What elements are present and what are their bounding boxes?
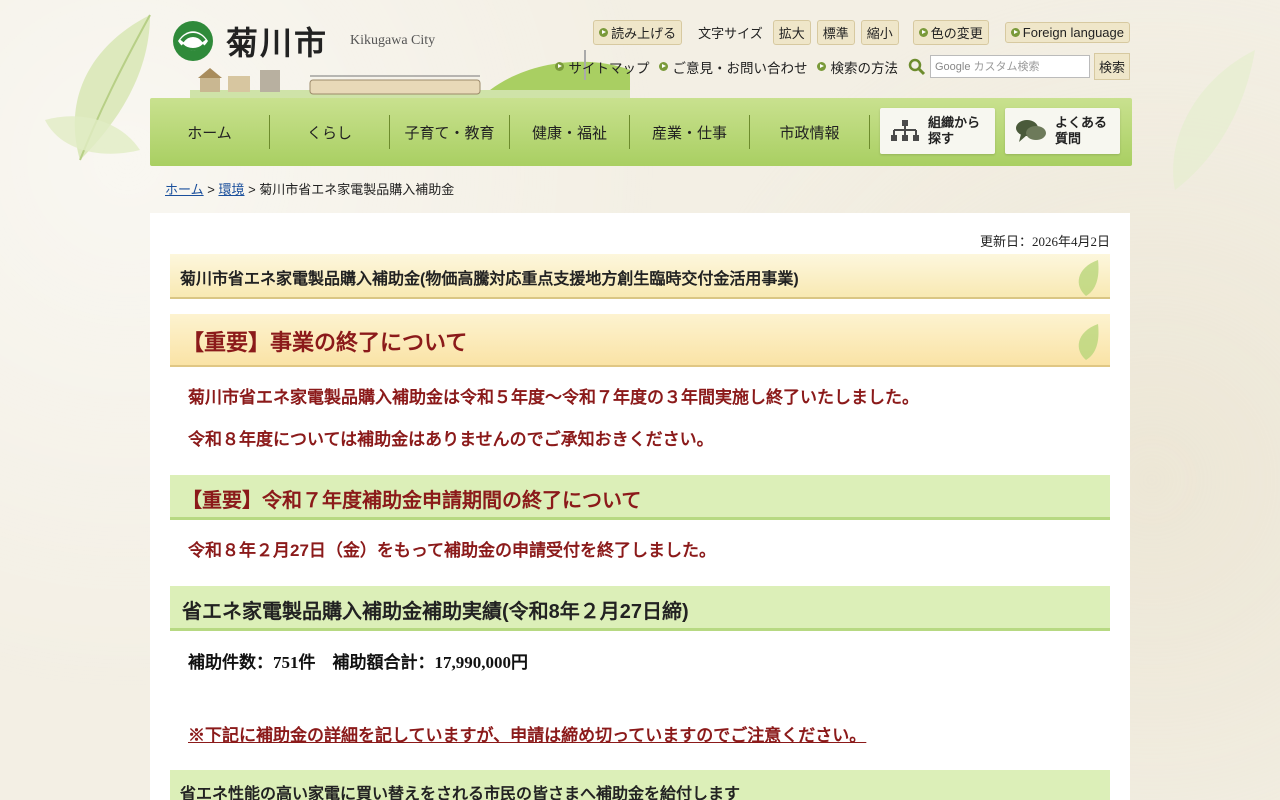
global-navigation: ホーム くらし 子育て・教育 健康・福祉 産業・仕事 市政情報 組織から 探す よ… (150, 98, 1132, 166)
search-placeholder: カスタム検索 (973, 61, 1040, 73)
site-header: 菊川市 Kikugawa City 読み上げる 文字サイズ 拡大 標準 縮小 色… (150, 0, 1130, 98)
read-aloud-button[interactable]: 読み上げる (593, 20, 683, 45)
breadcrumb-environment-link[interactable]: 環境 (218, 182, 244, 197)
breadcrumb-separator: > (244, 182, 260, 197)
font-size-label: 文字サイズ (698, 26, 763, 41)
search-method-label: 検索の方法 (830, 60, 898, 76)
nav-industry-work[interactable]: 産業・仕事 (630, 115, 750, 149)
leaf-icon (1078, 324, 1099, 360)
color-change-button[interactable]: 色の変更 (912, 20, 989, 45)
nav-childcare-education[interactable]: 子育て・教育 (390, 115, 510, 149)
org-search-button[interactable]: 組織から 探す (880, 108, 995, 154)
utility-links: サイトマップ ご意見・お問い合わせ 検索の方法 Google カスタム検索 検索 (555, 53, 1130, 80)
sitemap-label: サイトマップ (568, 60, 650, 76)
org-search-label: 組織から 探す (928, 115, 980, 146)
end-notice-paragraph: 菊川市省エネ家電製品購入補助金は令和５年度〜令和７年度の３年間実施し終了いたしま… (188, 388, 919, 407)
faq-label: よくある 質問 (1055, 115, 1107, 146)
breadcrumb-home-link[interactable]: ホーム (165, 182, 204, 197)
arrow-bullet-icon (918, 28, 928, 37)
page-title-text: 菊川市省エネ家電製品購入補助金(物価高騰対応重点支援地方創生臨時交付金活用事業) (180, 271, 799, 288)
search-icon (908, 58, 926, 75)
faq-line2: 質問 (1055, 131, 1082, 146)
closed-application-notice: ※下記に補助金の詳細を記していますが、申請は締め切っていますのでご注意ください。 (188, 726, 867, 745)
org-search-line1: 組織から (928, 115, 981, 131)
arrow-bullet-icon (599, 28, 609, 37)
foreign-language-button[interactable]: Foreign language (1004, 22, 1130, 43)
nav-living[interactable]: くらし (270, 115, 390, 149)
breadcrumb-separator: > (203, 182, 219, 197)
arrow-bullet-icon (659, 62, 669, 71)
no-subsidy-paragraph: 令和８年度については補助金はありませんのでご承知おきください。 (188, 430, 714, 449)
font-standard-button[interactable]: 標準 (816, 20, 855, 45)
nav-health-welfare[interactable]: 健康・福祉 (510, 115, 630, 149)
main-content: 更新日：2026年4月2日 菊川市省エネ家電製品購入補助金(物価高騰対応重点支援… (150, 213, 1130, 800)
faq-line1: よくある (1055, 115, 1108, 131)
opinion-label: ご意見・お問い合わせ (672, 60, 808, 76)
speech-bubbles-icon (1016, 120, 1046, 142)
arrow-bullet-icon (817, 62, 827, 71)
org-chart-icon (891, 120, 919, 141)
accessibility-toolbar: 読み上げる 文字サイズ 拡大 標準 縮小 色の変更 Foreign langua… (593, 20, 1130, 45)
org-search-line2: 探す (928, 131, 955, 146)
breadcrumb: ホーム > 環境 > 菊川市省エネ家電製品購入補助金 (165, 179, 454, 198)
breadcrumb-current: 菊川市省エネ家電製品購入補助金 (259, 182, 455, 197)
leaf-icon (1078, 260, 1099, 296)
font-large-button[interactable]: 拡大 (772, 20, 811, 45)
arrow-bullet-icon (1010, 28, 1020, 37)
arrow-bullet-icon (555, 62, 565, 71)
site-logo-english: Kikugawa City (350, 33, 436, 48)
subsidy-subheading: 省エネ性能の高い家電に買い替えをされる市民の皆さまへ補助金を給付します (170, 770, 1110, 800)
search-input[interactable]: Google カスタム検索 (929, 55, 1090, 78)
faq-button[interactable]: よくある 質問 (1005, 108, 1120, 154)
deadline-heading: 【重要】令和７年度補助金申請期間の終了について (170, 475, 1110, 520)
color-change-label: 色の変更 (930, 26, 983, 41)
search-method-link[interactable]: 検索の方法 (817, 57, 898, 77)
sitemap-link[interactable]: サイトマップ (555, 57, 649, 77)
nav-home[interactable]: ホーム (150, 115, 270, 149)
read-aloud-label: 読み上げる (611, 26, 677, 41)
deadline-paragraph: 令和８年２月27日（金）をもって補助金の申請受付を終了しました。 (188, 541, 717, 560)
opinion-link[interactable]: ご意見・お問い合わせ (659, 57, 807, 77)
important-heading: 【重要】事業の終了について (170, 314, 1110, 367)
tea-leaf-decoration-right (1173, 50, 1255, 190)
google-logo: Google (934, 61, 971, 73)
font-small-button[interactable]: 縮小 (860, 20, 899, 45)
important-heading-text: 【重要】事業の終了について (182, 330, 468, 355)
page-title: 菊川市省エネ家電製品購入補助金(物価高騰対応重点支援地方創生臨時交付金活用事業) (170, 254, 1110, 299)
results-stats: 補助件数：751件 補助額合計：17,990,000円 (188, 653, 528, 672)
site-search: Google カスタム検索 検索 (908, 53, 1130, 80)
results-heading: 省エネ家電製品購入補助金補助実績(令和8年２月27日締) (170, 586, 1110, 631)
search-button[interactable]: 検索 (1093, 53, 1130, 80)
nav-city-administration[interactable]: 市政情報 (750, 115, 870, 149)
foreign-language-label: Foreign language (1022, 25, 1124, 40)
updated-date: 更新日：2026年4月2日 (979, 234, 1110, 249)
